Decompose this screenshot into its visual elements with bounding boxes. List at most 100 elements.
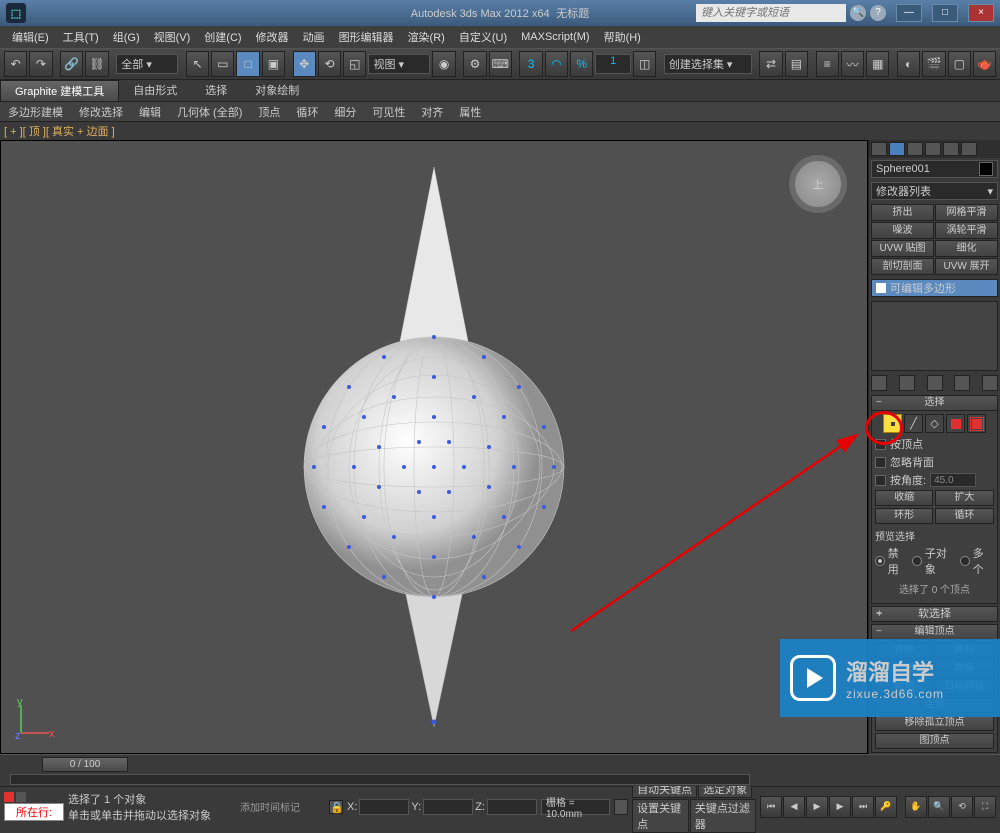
redo-button[interactable]: ↷: [29, 51, 52, 77]
menu-tools[interactable]: 工具(T): [57, 29, 105, 45]
subobj-edge-button[interactable]: ╱: [904, 414, 923, 433]
schematic-button[interactable]: ▦: [866, 51, 889, 77]
x-field[interactable]: [359, 799, 409, 815]
timeline[interactable]: 0 / 100: [0, 754, 1000, 786]
y-field[interactable]: [423, 799, 473, 815]
scale-button[interactable]: ◱: [343, 51, 366, 77]
rotate-button[interactable]: ⟲: [318, 51, 341, 77]
menu-customize[interactable]: 自定义(U): [453, 29, 513, 45]
loop-button[interactable]: 循环: [935, 508, 993, 524]
menu-modifier[interactable]: 修改器: [250, 29, 295, 45]
mod-uvwunwrap[interactable]: UVW 展开: [935, 258, 998, 275]
menu-group[interactable]: 组(G): [107, 29, 146, 45]
remove-iso-button[interactable]: 移除孤立顶点: [875, 715, 994, 731]
edged-button[interactable]: ◫: [633, 51, 656, 77]
tab-graphite[interactable]: Graphite 建模工具: [0, 80, 119, 102]
preview-off-radio[interactable]: [875, 556, 885, 566]
percent-snap-button[interactable]: %: [570, 51, 593, 77]
select-button[interactable]: ↖: [186, 51, 209, 77]
angle-spinner[interactable]: 45.0: [930, 473, 976, 487]
menu-animation[interactable]: 动画: [297, 29, 331, 45]
mod-uvwmap[interactable]: UVW 贴图: [871, 240, 934, 257]
script-rec-icon[interactable]: [4, 792, 14, 802]
lock-icon[interactable]: 🔒: [329, 800, 343, 814]
layers-button[interactable]: ≡: [816, 51, 839, 77]
mod-tessellate[interactable]: 细化: [935, 240, 998, 257]
z-field[interactable]: [487, 799, 537, 815]
filter-dropdown[interactable]: 全部 ▾: [116, 54, 178, 74]
menu-edit[interactable]: 编辑(E): [6, 29, 55, 45]
viewport-label[interactable]: [ + ][ 顶 ][ 真实 + 边面 ]: [0, 122, 1000, 140]
modifier-stack-area[interactable]: [871, 301, 998, 371]
pin-stack-icon[interactable]: [871, 375, 887, 391]
display-tab[interactable]: [943, 142, 959, 156]
help-icon[interactable]: ?: [870, 5, 886, 21]
pin-vertex-button[interactable]: 图顶点: [875, 733, 994, 749]
modifier-list-dropdown[interactable]: 修改器列表▾: [871, 182, 998, 200]
undo-button[interactable]: ↶: [4, 51, 27, 77]
modify-tab[interactable]: [889, 142, 905, 156]
timetag-label[interactable]: 添加时间标记: [215, 799, 325, 814]
isolate-icon[interactable]: [614, 799, 628, 815]
render-button[interactable]: 🫖: [973, 51, 996, 77]
angle-snap-button[interactable]: ◠: [545, 51, 568, 77]
spinner-snap-input[interactable]: 1: [595, 54, 631, 74]
render-setup-button[interactable]: 🎬: [922, 51, 945, 77]
ribmenu-5[interactable]: 循环: [288, 104, 326, 120]
preview-sub-radio[interactable]: [912, 556, 922, 566]
orbit-button[interactable]: ⟲: [951, 796, 973, 818]
subobj-vertex-button[interactable]: [883, 414, 902, 433]
mod-extrude[interactable]: 挤出: [871, 204, 934, 221]
prev-frame-button[interactable]: ◀: [783, 796, 805, 818]
subobj-polygon-button[interactable]: [946, 414, 965, 433]
rollout-edit-vertex-header[interactable]: 编辑顶点: [871, 624, 998, 640]
pivot-button[interactable]: ◉: [432, 51, 455, 77]
mirror-button[interactable]: ⇄: [759, 51, 782, 77]
ribmenu-1[interactable]: 修改选择: [71, 104, 131, 120]
zoom-button[interactable]: 🔍: [928, 796, 950, 818]
configure-icon[interactable]: [982, 375, 998, 391]
unique-icon[interactable]: [927, 375, 943, 391]
pan-button[interactable]: ✋: [905, 796, 927, 818]
render-frame-button[interactable]: ▢: [948, 51, 971, 77]
object-name-field[interactable]: Sphere001: [871, 160, 998, 178]
mod-noise[interactable]: 噪波: [871, 222, 934, 239]
tab-objectpaint[interactable]: 对象绘制: [241, 80, 313, 102]
search-icon[interactable]: 🔍: [850, 5, 866, 21]
tab-freeform[interactable]: 自由形式: [119, 80, 191, 102]
align-button[interactable]: ▤: [785, 51, 808, 77]
key-mode-button[interactable]: 🔑: [875, 796, 897, 818]
unlink-button[interactable]: ⛓: [85, 51, 108, 77]
close-button[interactable]: ×: [968, 4, 994, 22]
time-slider[interactable]: 0 / 100: [42, 757, 128, 772]
remove-mod-icon[interactable]: [954, 375, 970, 391]
viewport[interactable]: 上 y x z: [0, 140, 868, 754]
menu-create[interactable]: 创建(C): [198, 29, 247, 45]
next-frame-button[interactable]: ▶: [829, 796, 851, 818]
move-button[interactable]: ✥: [293, 51, 316, 77]
by-vertex-checkbox[interactable]: [875, 439, 886, 450]
ribmenu-6[interactable]: 细分: [326, 104, 364, 120]
material-editor-button[interactable]: ◐: [897, 51, 920, 77]
rollout-soft-header[interactable]: +软选择: [871, 606, 998, 622]
grow-button[interactable]: 扩大: [935, 490, 993, 506]
quick-search-input[interactable]: [696, 4, 846, 22]
manipulate-button[interactable]: ⚙: [463, 51, 486, 77]
ribmenu-0[interactable]: 多边形建模: [0, 104, 71, 120]
viewcube[interactable]: 上: [789, 155, 847, 213]
time-track[interactable]: [10, 774, 750, 785]
goto-end-button[interactable]: ⏭: [852, 796, 874, 818]
hierarchy-tab[interactable]: [907, 142, 923, 156]
preview-multi-radio[interactable]: [960, 556, 970, 566]
rect-select-button[interactable]: □: [236, 51, 259, 77]
keyfilter-button[interactable]: 关键点过滤器: [690, 799, 756, 833]
ignore-backfacing-checkbox[interactable]: [875, 457, 886, 468]
ring-button[interactable]: 环形: [875, 508, 933, 524]
minimize-button[interactable]: —: [896, 4, 922, 22]
ribmenu-8[interactable]: 对齐: [413, 104, 451, 120]
menu-maxscript[interactable]: MAXScript(M): [515, 31, 595, 43]
menu-render[interactable]: 渲染(R): [402, 29, 451, 45]
play-button[interactable]: ▶: [806, 796, 828, 818]
select-by-name-button[interactable]: ▭: [211, 51, 234, 77]
modifier-stack-item[interactable]: 可编辑多边形: [871, 279, 998, 297]
